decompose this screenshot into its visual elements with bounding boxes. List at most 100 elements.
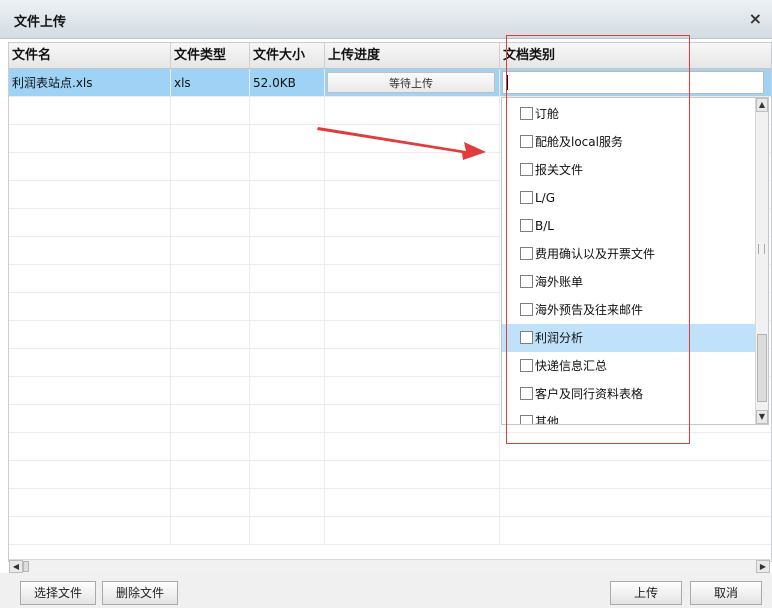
category-option-label: 配舱及local服务 xyxy=(535,135,623,149)
empty-cell xyxy=(9,125,171,153)
empty-cell xyxy=(171,461,250,489)
category-option[interactable]: 海外预告及往来邮件 xyxy=(502,296,758,324)
empty-cell xyxy=(250,181,325,209)
horizontal-scroll-thumb[interactable] xyxy=(23,561,29,572)
empty-cell xyxy=(9,97,171,125)
checkbox-icon[interactable] xyxy=(520,275,533,288)
category-option-label: 快递信息汇总 xyxy=(535,359,608,373)
column-header-progress[interactable]: 上传进度 xyxy=(325,43,500,68)
empty-cell xyxy=(250,517,325,545)
empty-cell xyxy=(171,293,250,321)
text-caret xyxy=(507,75,508,90)
scroll-up-icon[interactable]: ▲ xyxy=(756,98,768,112)
empty-cell xyxy=(9,209,171,237)
category-option[interactable]: L/G xyxy=(502,184,758,212)
empty-cell xyxy=(9,321,171,349)
category-option[interactable]: 报关文件 xyxy=(502,156,758,184)
category-option[interactable]: 快递信息汇总 xyxy=(502,352,758,380)
empty-cell xyxy=(325,405,500,433)
empty-cell xyxy=(171,125,250,153)
category-option-label: 海外预告及往来邮件 xyxy=(535,303,644,317)
category-option-label: 订舱 xyxy=(535,107,560,121)
close-icon[interactable]: × xyxy=(749,9,762,28)
checkbox-icon[interactable] xyxy=(520,219,533,232)
dialog-title: 文件上传 xyxy=(14,15,67,30)
checkbox-icon[interactable] xyxy=(520,107,533,120)
empty-table-row xyxy=(9,461,771,489)
category-option[interactable]: 海外账单 xyxy=(502,268,758,296)
category-option[interactable]: B/L xyxy=(502,212,758,240)
empty-cell xyxy=(9,265,171,293)
table-row[interactable]: 利润表站点.xls xls 52.0KB 等待上传 xyxy=(9,69,771,97)
empty-table-row xyxy=(9,489,771,517)
vertical-scroll-thumb[interactable] xyxy=(757,334,767,402)
delete-file-button[interactable]: 删除文件 xyxy=(102,581,178,605)
empty-cell xyxy=(325,321,500,349)
empty-cell xyxy=(500,489,771,517)
empty-cell xyxy=(325,237,500,265)
category-option[interactable]: 客户及同行资料表格 xyxy=(502,380,758,408)
upload-dialog: 文件上传 × 文件名 文件类型 文件大小 上传进度 文档类别 利润表站点.xls… xyxy=(0,0,772,608)
scroll-left-icon[interactable]: ◀ xyxy=(9,560,23,573)
select-file-button[interactable]: 选择文件 xyxy=(20,581,96,605)
empty-cell xyxy=(325,153,500,181)
empty-cell xyxy=(250,237,325,265)
category-option[interactable]: 费用确认以及开票文件 xyxy=(502,240,758,268)
cancel-button[interactable]: 取消 xyxy=(690,581,762,605)
category-option-label: B/L xyxy=(535,219,554,233)
checkbox-icon[interactable] xyxy=(520,415,533,424)
empty-cell xyxy=(325,461,500,489)
category-option[interactable]: 配舱及local服务 xyxy=(502,128,758,156)
empty-cell xyxy=(9,237,171,265)
progress-status-button: 等待上传 xyxy=(327,72,495,93)
empty-cell xyxy=(325,489,500,517)
empty-cell xyxy=(171,209,250,237)
empty-cell xyxy=(9,349,171,377)
dialog-footer: 选择文件 删除文件 上传 取消 xyxy=(0,573,772,608)
category-option[interactable]: 订舱 xyxy=(502,100,758,128)
dropdown-vertical-scrollbar[interactable]: ▲ ▼ xyxy=(755,98,768,424)
empty-cell xyxy=(250,293,325,321)
category-option-label: 报关文件 xyxy=(535,163,584,177)
horizontal-scrollbar[interactable]: ◀ ▶ xyxy=(9,559,770,573)
column-header-filesize[interactable]: 文件大小 xyxy=(250,43,325,68)
empty-cell xyxy=(171,349,250,377)
checkbox-icon[interactable] xyxy=(520,303,533,316)
empty-cell xyxy=(171,321,250,349)
empty-cell xyxy=(171,97,250,125)
empty-cell xyxy=(250,153,325,181)
column-header-filetype[interactable]: 文件类型 xyxy=(171,43,250,68)
empty-cell xyxy=(325,349,500,377)
scroll-down-icon[interactable]: ▼ xyxy=(756,410,768,424)
empty-cell xyxy=(325,209,500,237)
checkbox-icon[interactable] xyxy=(520,359,533,372)
empty-cell xyxy=(171,181,250,209)
checkbox-icon[interactable] xyxy=(520,331,533,344)
scroll-grip-icon xyxy=(758,244,765,254)
checkbox-icon[interactable] xyxy=(520,387,533,400)
empty-cell xyxy=(171,237,250,265)
empty-cell xyxy=(250,461,325,489)
empty-cell xyxy=(9,433,171,461)
checkbox-icon[interactable] xyxy=(520,163,533,176)
category-option-label: L/G xyxy=(535,191,556,205)
empty-cell xyxy=(250,265,325,293)
category-option-label: 客户及同行资料表格 xyxy=(535,387,644,401)
category-option[interactable]: 利润分析 xyxy=(502,324,758,352)
empty-table-row xyxy=(9,517,771,545)
column-header-filename[interactable]: 文件名 xyxy=(9,43,171,68)
scroll-right-icon[interactable]: ▶ xyxy=(756,560,770,573)
empty-cell xyxy=(9,461,171,489)
category-option[interactable]: 其他 xyxy=(502,408,758,424)
upload-button[interactable]: 上传 xyxy=(610,581,682,605)
checkbox-icon[interactable] xyxy=(520,247,533,260)
empty-cell xyxy=(9,405,171,433)
empty-cell xyxy=(171,517,250,545)
cell-filesize: 52.0KB xyxy=(250,69,325,97)
checkbox-icon[interactable] xyxy=(520,135,533,148)
column-header-category[interactable]: 文档类别 xyxy=(500,43,771,68)
cell-progress: 等待上传 xyxy=(325,69,500,97)
empty-cell xyxy=(325,265,500,293)
checkbox-icon[interactable] xyxy=(520,191,533,204)
category-input[interactable] xyxy=(502,71,764,94)
